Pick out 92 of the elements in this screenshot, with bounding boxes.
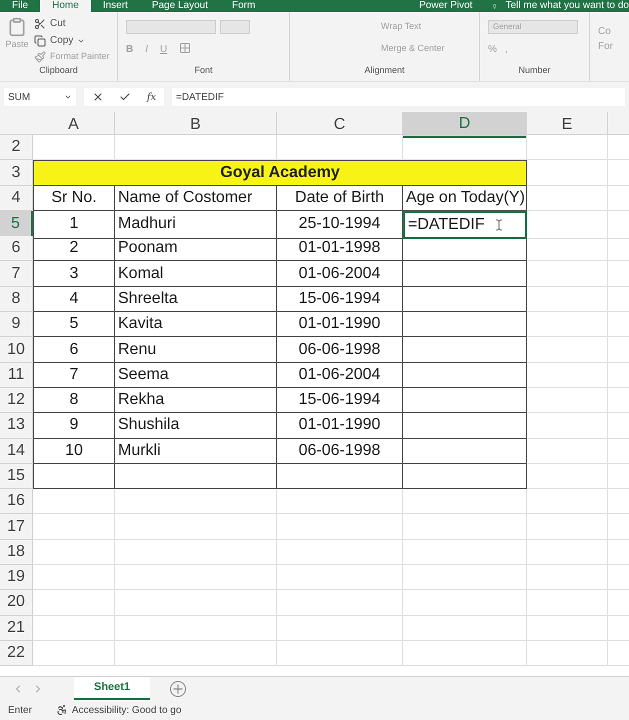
table-cell: Rekha — [115, 388, 277, 414]
font-name-dropdown[interactable] — [126, 20, 216, 34]
copy-icon — [34, 34, 46, 46]
table-cell: Poonam — [115, 236, 277, 262]
copy-button[interactable]: Copy — [34, 33, 110, 48]
table-cell: Murkli — [115, 438, 277, 464]
table-cell: 8 — [33, 388, 115, 414]
ribbon-tab[interactable]: Page Layout — [140, 0, 220, 12]
row-header[interactable]: 16 — [0, 489, 33, 514]
table-cell: Madhuri — [115, 210, 277, 239]
table-cell: Renu — [115, 337, 277, 363]
table-cell: Shreelta — [115, 286, 277, 312]
sheet-tab[interactable]: Sheet1 — [74, 677, 150, 700]
table-cell: 01-01-1998 — [277, 236, 403, 262]
table-cell: 10 — [33, 438, 115, 464]
paintbrush-icon — [34, 50, 46, 63]
ribbon-tab[interactable]: Insert — [90, 0, 140, 12]
font-size-dropdown[interactable] — [220, 20, 250, 34]
table-cell: Sr No. — [33, 186, 115, 211]
table-cell: Date of Birth — [277, 186, 403, 211]
table-cell: 7 — [33, 362, 115, 388]
table-cell: 6 — [33, 337, 115, 363]
table-cell: Shushila — [115, 413, 277, 439]
table-cell: 01-01-1990 — [277, 312, 403, 338]
table-cell: 4 — [33, 286, 115, 312]
group-label: Clipboard — [38, 64, 79, 77]
clipboard-icon — [7, 16, 27, 38]
row-header[interactable]: 21 — [0, 616, 33, 641]
table-cell: 25-10-1994 — [277, 210, 403, 239]
borders-icon[interactable] — [179, 42, 192, 54]
accessibility-status[interactable]: Accessibility: Good to go — [72, 702, 182, 718]
column-header[interactable]: B — [115, 112, 277, 138]
row-header[interactable]: 17 — [0, 514, 33, 540]
table-cell: 3 — [33, 261, 115, 287]
accessibility-icon — [56, 704, 68, 716]
add-sheet-icon[interactable] — [170, 680, 186, 696]
table-cell: Seema — [115, 362, 277, 388]
ribbon-tab[interactable]: File — [0, 0, 40, 12]
group-label: Font — [193, 64, 214, 76]
row-header[interactable]: 19 — [0, 565, 33, 590]
ribbon-text: For — [598, 40, 613, 54]
row-header[interactable]: 18 — [0, 540, 33, 566]
table-cell: 01-06-2004 — [277, 261, 403, 287]
caret-icon — [64, 93, 72, 101]
row-header[interactable]: 4 — [0, 186, 33, 211]
active-cell[interactable]: =DATEDIF — [403, 210, 527, 239]
row-header[interactable]: 15 — [0, 464, 33, 490]
row-header[interactable]: 2 — [0, 135, 33, 160]
row-header[interactable]: 6 — [0, 236, 33, 262]
table-cell: 15-06-1994 — [277, 286, 403, 312]
name-box[interactable]: SUM — [4, 88, 76, 106]
table-cell: 2 — [33, 236, 115, 262]
table-cell: 01-06-2004 — [277, 362, 403, 388]
row-header[interactable]: 14 — [0, 438, 33, 464]
table-cell: 06-06-1998 — [277, 337, 403, 363]
cut-button[interactable]: Cut — [34, 16, 110, 31]
row-header[interactable]: 7 — [0, 261, 33, 287]
status-mode: Enter — [8, 704, 32, 718]
table-cell: 06-06-1998 — [277, 438, 403, 464]
row-header[interactable]: 10 — [0, 337, 33, 363]
ribbon-tab[interactable]: Form — [220, 0, 268, 12]
table-cell: 1 — [33, 210, 115, 239]
column-header[interactable]: E — [527, 112, 608, 138]
row-header[interactable]: 12 — [0, 388, 33, 414]
ribbon-tab[interactable]: Home — [40, 0, 91, 12]
ribbon-text: Co — [598, 25, 612, 39]
table-cell: Name of Costomer — [115, 186, 277, 211]
scissors-icon — [34, 18, 46, 30]
table-cell: 01-01-1990 — [277, 413, 403, 439]
table-cell: Age on Today(Y) — [403, 186, 527, 211]
row-header[interactable]: 8 — [0, 286, 33, 312]
row-header[interactable]: 9 — [0, 312, 33, 338]
group-label: Alignment — [364, 64, 405, 77]
table-cell: 15-06-1994 — [277, 388, 403, 414]
table-cell: Kavita — [115, 312, 277, 338]
table-cell: Komal — [115, 261, 277, 287]
title-cell: Goyal Academy — [33, 160, 527, 186]
tell-me-field[interactable]: Tell me what you want to do — [506, 0, 629, 12]
group-label: Number — [517, 64, 552, 76]
cancel-icon[interactable] — [92, 91, 104, 103]
table-cell: 5 — [33, 312, 115, 338]
row-header[interactable]: 11 — [0, 362, 33, 388]
formula-input[interactable]: =DATEDIF — [172, 88, 625, 106]
row-header[interactable]: 22 — [0, 640, 33, 666]
column-header[interactable]: D — [403, 112, 527, 138]
row-header[interactable]: 3 — [0, 160, 33, 186]
row-header[interactable]: 20 — [0, 590, 33, 616]
ribbon-tab[interactable]: Power Pivot — [407, 0, 484, 12]
table-cell: 9 — [33, 413, 115, 439]
row-header[interactable]: 13 — [0, 413, 33, 439]
check-icon[interactable] — [119, 91, 132, 103]
insert-function-button[interactable]: fx — [146, 90, 156, 104]
